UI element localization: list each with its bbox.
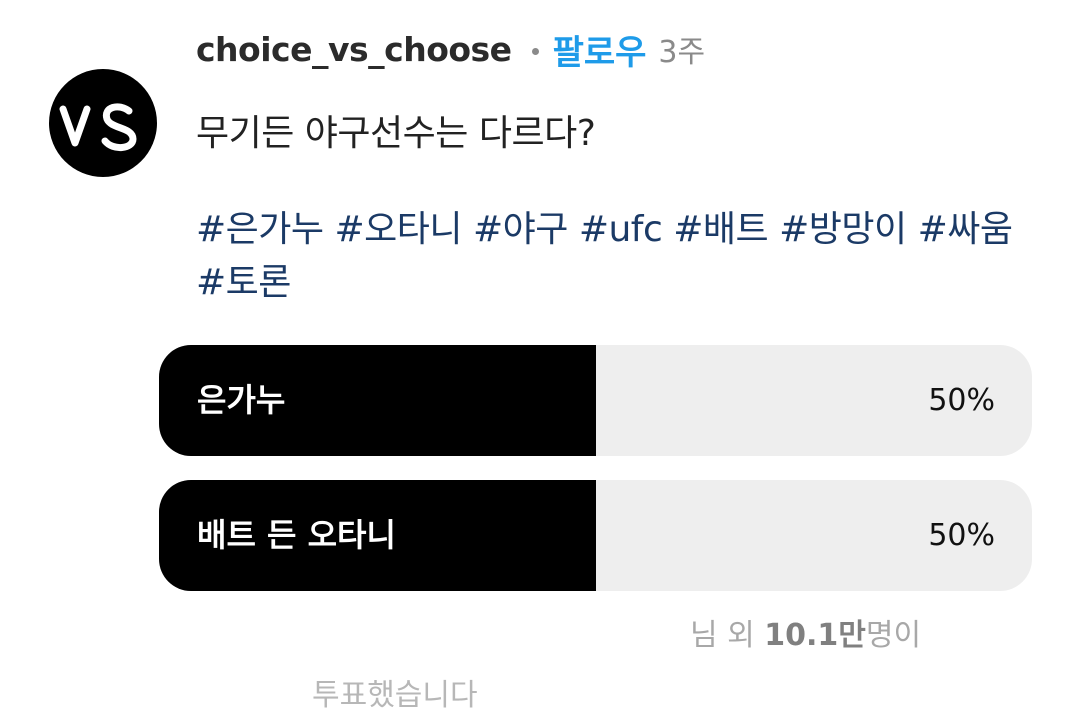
post-question: 무기든 야구선수는 다르다? [196,113,596,154]
username[interactable]: choice_vs_choose [196,30,512,69]
voters-prefix: 님 외 [690,618,765,653]
hashtag[interactable]: #은가누 [196,209,324,250]
poll-option[interactable]: 은가누 50% [159,345,1032,456]
hashtag[interactable]: #야구 [473,209,568,250]
hashtag[interactable]: #배트 [673,209,768,250]
poll-participated-text: 투표했습니다 [312,678,478,713]
hashtag[interactable]: #싸움 [918,209,1013,250]
poll-option-percent: 50% [928,518,995,553]
poll-option[interactable]: 배트 든 오타니 50% [159,480,1032,591]
voters-count: 10.1만 [764,618,866,653]
hashtag[interactable]: #토론 [196,262,291,303]
hashtag[interactable]: #ufc [579,209,663,250]
poll-option-label: 배트 든 오타니 [197,516,396,554]
poll-option-percent: 50% [928,383,995,418]
post-time: 3주 [658,35,706,70]
hashtag[interactable]: #방망이 [779,209,907,250]
post-header: choice_vs_choose 팔로우 3주 [196,25,706,74]
vs-logo [59,103,137,151]
hashtag-list: #은가누 #오타니 #야구 #ufc #배트 #방망이 #싸움 #토론 [196,203,1056,309]
separator-dot [531,47,539,55]
poll-option-label: 은가누 [197,381,286,419]
avatar[interactable] [49,69,157,177]
follow-button[interactable]: 팔로우 [553,25,647,74]
poll-voter-summary: 님 외 10.1만명이 [690,610,921,654]
voters-suffix: 명이 [865,618,922,653]
hashtag[interactable]: #오타니 [334,209,462,250]
